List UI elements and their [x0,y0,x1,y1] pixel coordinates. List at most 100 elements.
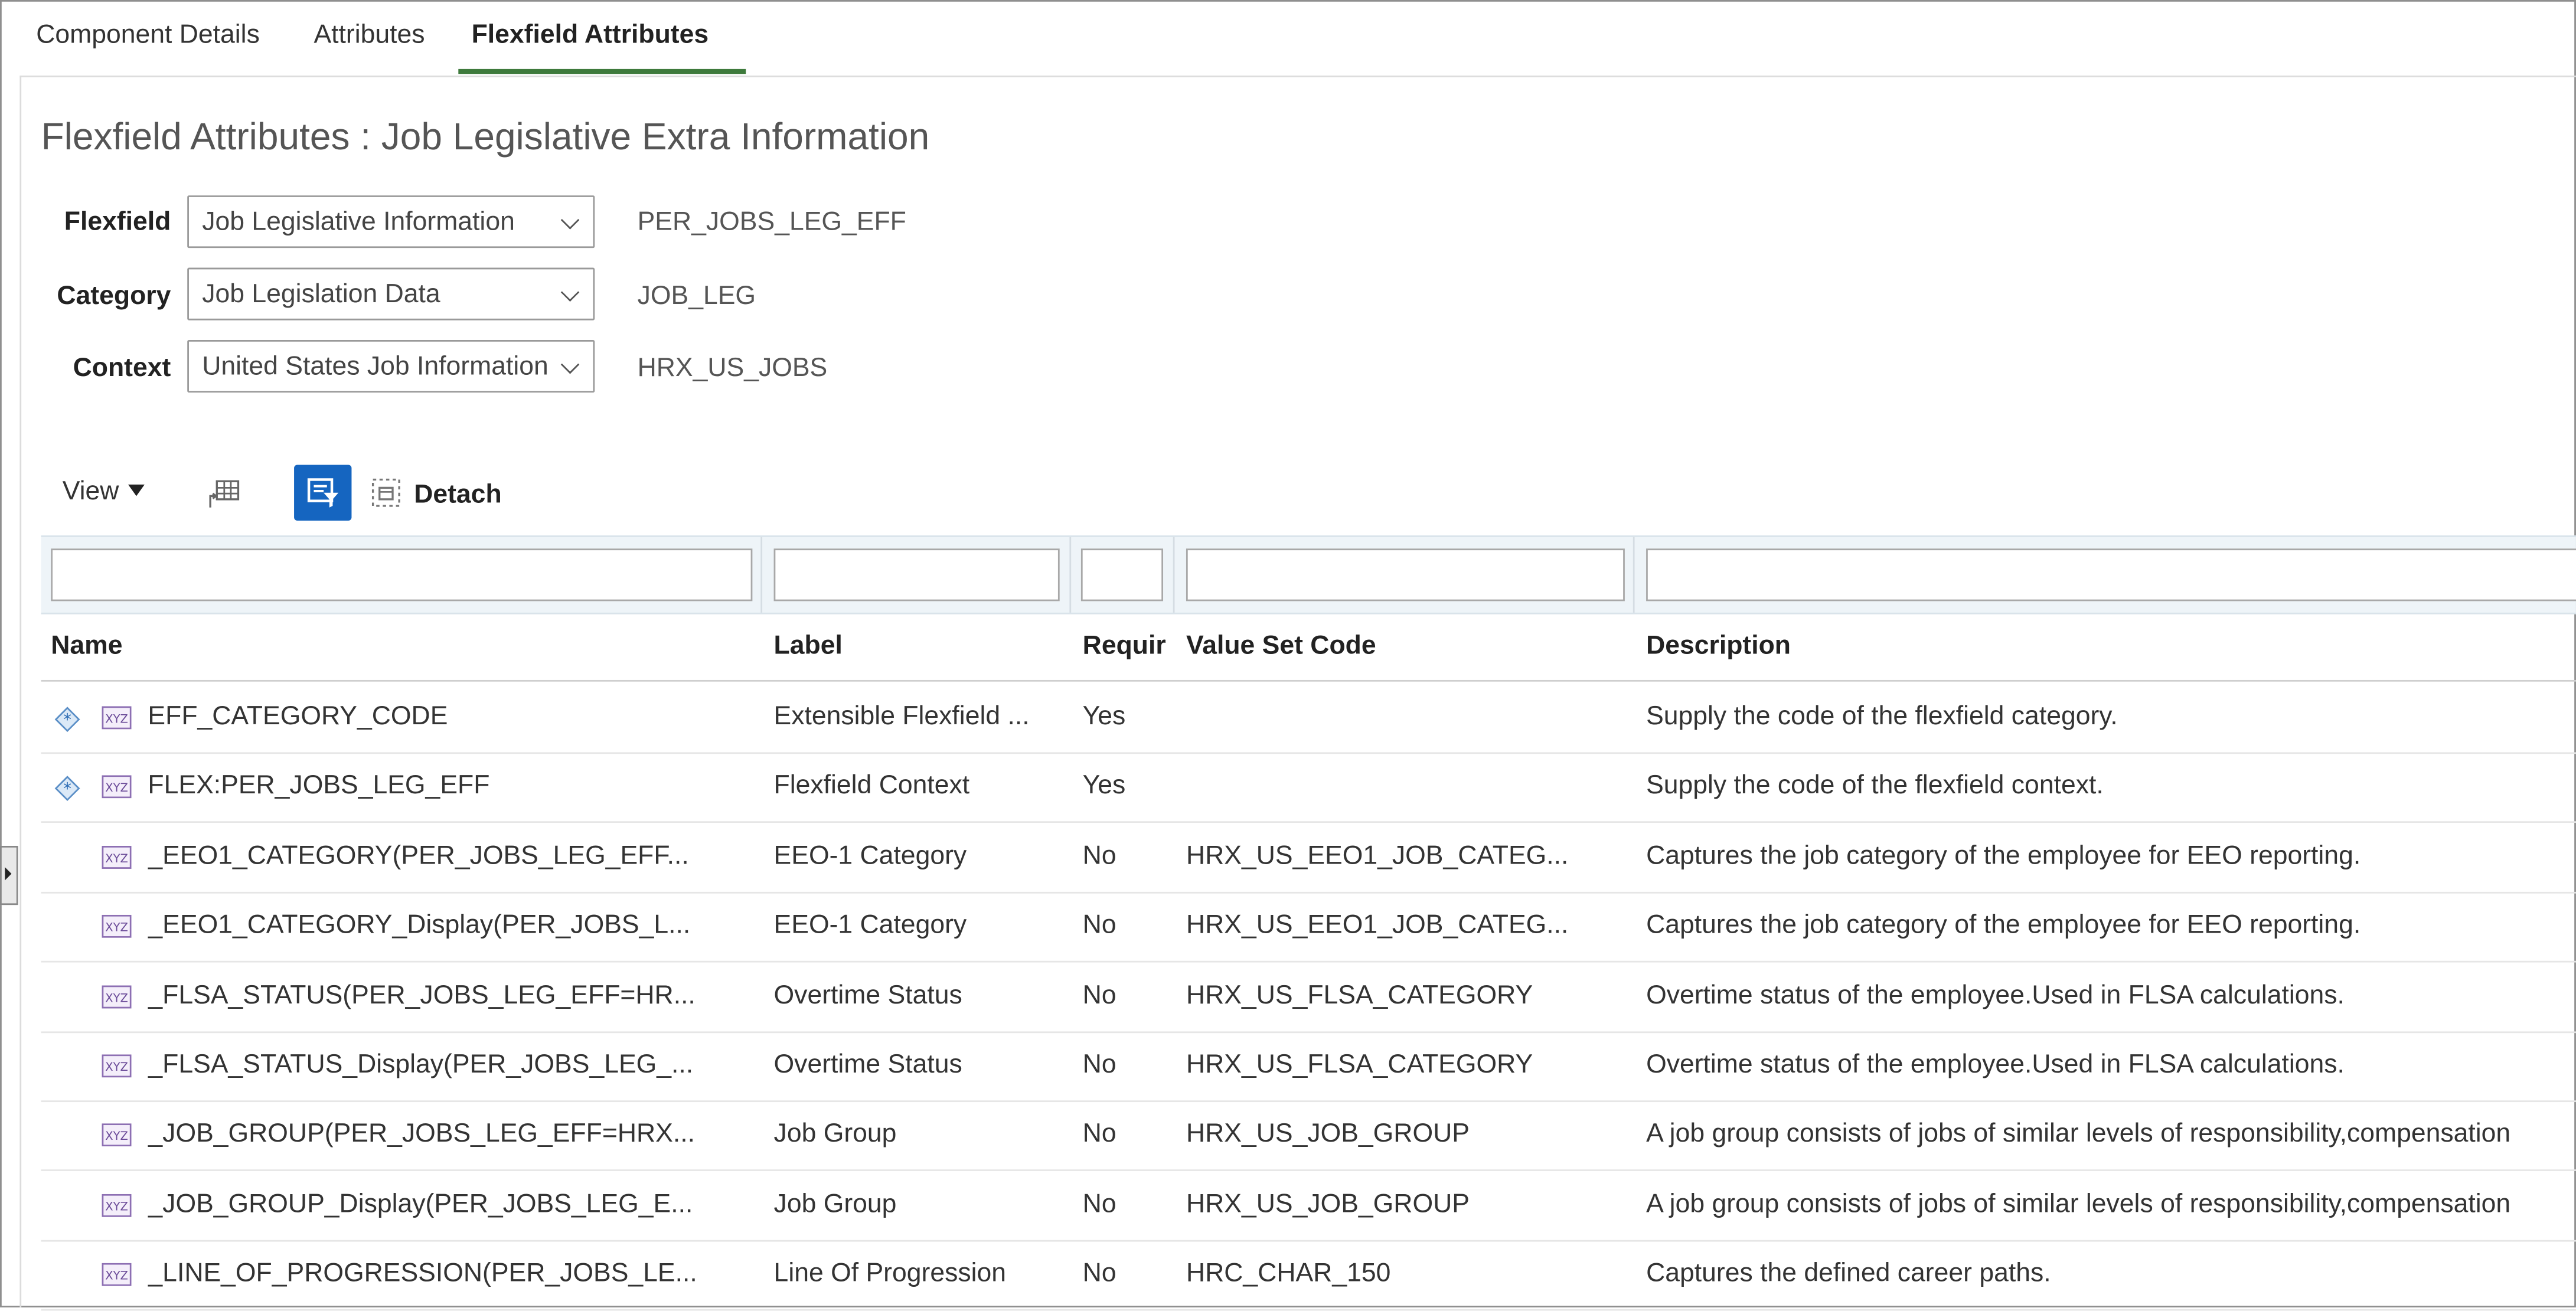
cell-description: Captures the job category of the employe… [1646,842,2361,871]
app-root: Component Details Attributes Flexfield A… [0,0,2576,1311]
flexfield-select[interactable]: Job Legislative Information [187,195,595,249]
table-row[interactable]: XYZ _JOB_GROUP_Display(PER_JOBS_LEG_E... J… [41,1171,2576,1242]
cell-name[interactable]: _LINE_OF_PROGRESSION(PER_JOBS_LE... [148,1260,756,1290]
filter-input-value-set-code[interactable] [1186,548,1625,601]
table-row[interactable]: * XYZ FLEX:PER_JOBS_LEG_EFF Flexfield Conte… [41,753,2576,824]
cell-value-set-code: HRC_CHAR_150 [1186,1260,1391,1289]
query-by-example-button[interactable] [294,465,352,521]
table-row[interactable]: XYZ _FLSA_STATUS(PER_JOBS_LEG_EFF=HR... Ov… [41,962,2576,1033]
text-type-icon: XYZ [102,1054,132,1078]
cell-name[interactable]: _FLSA_STATUS(PER_JOBS_LEG_EFF=HR... [148,982,756,1011]
cell-label: Overtime Status [773,1051,962,1080]
column-header-label[interactable]: Label [774,632,843,662]
category-label: Category [57,282,171,310]
table-row[interactable]: XYZ _JOB_GROUP(PER_JOBS_LEG_EFF=HRX... Job… [41,1101,2576,1172]
table-row[interactable]: XYZ _EEO1_CATEGORY_Display(PER_JOBS_L... E… [41,892,2576,963]
svg-text:*: * [63,710,71,729]
tab-flexfield-attributes[interactable]: Flexfield Attributes [472,21,709,51]
cell-name[interactable]: FLEX:PER_JOBS_LEG_EFF [148,773,756,802]
table-row[interactable]: XYZ _FLSA_STATUS_Display(PER_JOBS_LEG_...… [41,1031,2576,1103]
svg-text:XYZ: XYZ [105,1199,128,1213]
cell-value-set-code: HRX_US_EEO1_JOB_CATEG... [1186,911,1569,940]
table-header: Name Label Requir Value Set Code Descrip… [41,614,2576,682]
active-tab-indicator [458,68,746,74]
svg-text:XYZ: XYZ [105,782,128,795]
caret-down-icon [129,484,145,496]
filter-input-label[interactable] [773,548,1060,601]
cell-name[interactable]: _EEO1_CATEGORY(PER_JOBS_LEG_EFF... [148,842,756,872]
tab-component-details[interactable]: Component Details [36,21,260,51]
cell-value-set-code: HRX_US_EEO1_JOB_CATEG... [1186,842,1569,871]
cell-name[interactable]: _FLSA_STATUS_Display(PER_JOBS_LEG_... [148,1051,756,1081]
chevron-down-icon [560,283,580,302]
cell-name[interactable]: _JOB_GROUP(PER_JOBS_LEG_EFF=HRX... [148,1121,756,1150]
cell-description: Supply the code of the flexfield context… [1646,772,2104,801]
text-type-icon: XYZ [102,706,132,730]
column-separator [1069,537,1072,613]
tab-attributes[interactable]: Attributes [314,21,425,51]
attributes-table: Name Label Requir Value Set Code Descrip… [41,535,2576,1311]
table-row[interactable]: XYZ _EEO1_CATEGORY(PER_JOBS_LEG_EFF... EEO… [41,822,2576,894]
svg-text:XYZ: XYZ [105,851,128,865]
column-header-value-set-code[interactable]: Value Set Code [1186,632,1376,662]
svg-text:XYZ: XYZ [105,1060,128,1074]
column-header-required[interactable]: Requir [1083,632,1175,662]
cell-value-set-code: HRX_US_JOB_GROUP [1186,1120,1470,1149]
filter-icon [307,478,339,508]
context-select[interactable]: United States Job Information [187,339,595,393]
text-type-icon: XYZ [102,1194,132,1217]
flexfield-label: Flexfield [64,208,171,237]
cell-label: Job Group [773,1190,897,1219]
category-code: JOB_LEG [637,282,756,310]
cell-label: Overtime Status [773,981,962,1010]
column-separator [760,537,763,613]
cell-description: A job group consists of jobs of similar … [1646,1120,2511,1149]
text-type-icon: XYZ [102,845,132,869]
filter-input-required[interactable] [1080,548,1164,601]
svg-text:XYZ: XYZ [105,1130,128,1143]
freeze-columns-icon[interactable] [207,478,240,519]
text-type-icon: XYZ [102,776,132,799]
cell-description: Supply the code of the flexfield categor… [1646,702,2118,731]
detach-label: Detach [414,481,502,509]
cell-required: Yes [1082,702,1126,731]
column-separator [1633,537,1635,613]
cell-name[interactable]: EFF_CATEGORY_CODE [148,703,756,733]
flexfield-select-value: Job Legislative Information [202,208,515,237]
cell-value-set-code: HRX_US_FLSA_CATEGORY [1186,1051,1533,1080]
text-type-icon: XYZ [102,1263,132,1287]
column-header-description[interactable]: Description [1646,632,1791,662]
detach-icon [371,478,401,516]
chevron-down-icon [560,211,580,230]
svg-text:XYZ: XYZ [105,712,128,725]
table-row[interactable]: * XYZ EFF_CATEGORY_CODE Extensible Flexfiel… [41,684,2576,754]
cell-name[interactable]: _EEO1_CATEGORY_Display(PER_JOBS_L... [148,912,756,941]
panel-expand-handle[interactable] [0,845,18,905]
detach-button[interactable]: Detach [371,478,502,516]
context-code: HRX_US_JOBS [637,355,828,383]
cell-label: Line Of Progression [773,1260,1007,1289]
table-row[interactable]: XYZ _LINE_OF_PROGRESSION(PER_JOBS_LE... Li… [41,1240,2576,1311]
category-select[interactable]: Job Legislation Data [187,267,595,321]
view-menu[interactable]: View [63,478,145,508]
context-select-value: United States Job Information [202,353,548,381]
column-header-name[interactable]: Name [51,632,122,662]
filter-input-name[interactable] [51,548,753,601]
filter-input-description[interactable] [1646,548,2576,601]
cell-label: Job Group [773,1120,897,1149]
cell-label: EEO-1 Category [773,842,967,871]
column-separator [1173,537,1175,613]
cell-description: Overtime status of the employee.Used in … [1646,1051,2345,1080]
cell-label: EEO-1 Category [773,911,967,940]
flexfield-code: PER_JOBS_LEG_EFF [637,208,906,237]
cell-label: Extensible Flexfield ... [773,702,1030,731]
cell-label: Flexfield Context [773,772,970,801]
required-indicator-icon: * [54,707,80,733]
text-type-icon: XYZ [102,1124,132,1147]
tab-bar: Component Details Attributes Flexfield A… [19,0,2576,77]
chevron-down-icon [560,355,580,374]
context-label: Context [73,355,171,383]
cell-name[interactable]: _JOB_GROUP_Display(PER_JOBS_LEG_E... [148,1191,756,1220]
cell-description: Captures the job category of the employe… [1646,911,2361,940]
svg-text:XYZ: XYZ [105,990,128,1004]
